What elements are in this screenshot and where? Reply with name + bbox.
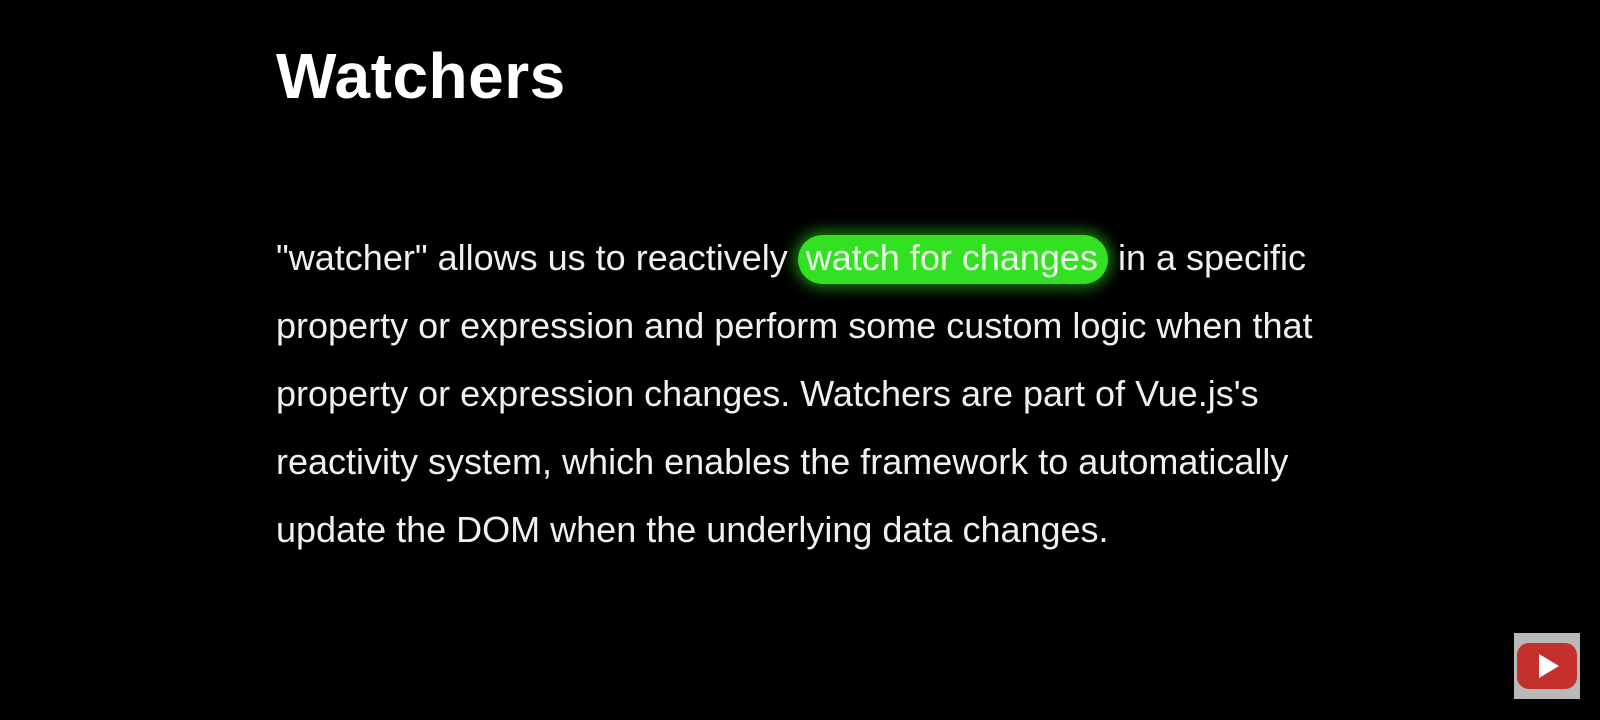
highlighted-phrase: watch for changes [797,235,1108,284]
slide-title: Watchers [276,40,566,112]
slide-paragraph: "watcher" allows us to reactively watch … [276,224,1376,564]
slide: Watchers "watcher" allows us to reactive… [0,0,1600,720]
youtube-badge[interactable] [1514,633,1580,699]
play-triangle-icon [1539,654,1559,678]
youtube-play-icon [1517,643,1577,689]
paragraph-text-start: "watcher" allows us to reactively [276,237,798,278]
paragraph-text-end: in a specific property or expression and… [276,237,1313,550]
